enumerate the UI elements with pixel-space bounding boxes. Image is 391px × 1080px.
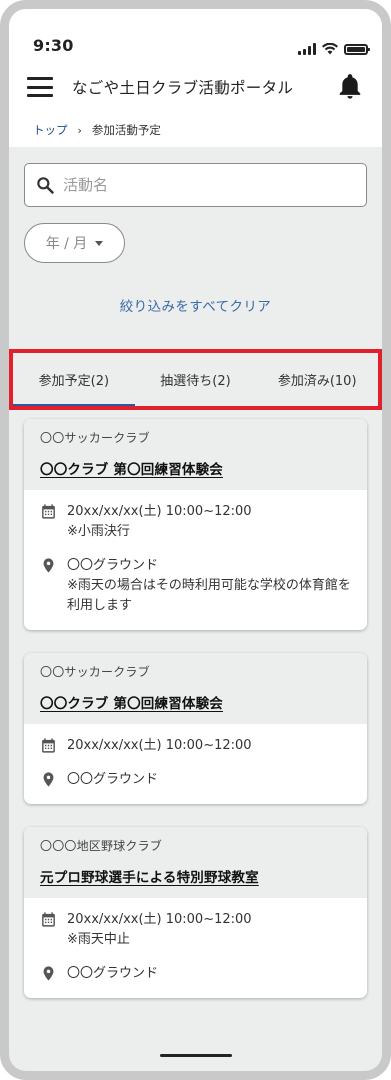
card-place-row: 〇〇グラウンド [40, 770, 351, 790]
card-place-row: 〇〇グラウンド [40, 964, 351, 984]
tab-participated[interactable]: 参加済み(10) [256, 353, 378, 406]
location-pin-icon [43, 966, 54, 981]
search-input[interactable] [63, 176, 366, 194]
card-body: 20xx/xx/xx(土) 10:00~12:00 〇〇グラウンド [24, 724, 367, 804]
calendar-icon [42, 504, 55, 519]
tab-upcoming[interactable]: 参加予定(2) [13, 353, 135, 406]
card-body: 20xx/xx/xx(土) 10:00~12:00 ※小雨決行 〇〇グラウンド … [24, 490, 367, 630]
card-datetime-row: 20xx/xx/xx(土) 10:00~12:00 ※小雨決行 [40, 502, 351, 542]
card-datetime-note: ※小雨決行 [67, 524, 130, 539]
calendar-icon [42, 738, 55, 753]
location-pin-icon [43, 558, 54, 573]
breadcrumb-current: 参加活動予定 [91, 123, 161, 137]
wifi-icon [322, 43, 338, 55]
card-place-row: 〇〇グラウンド ※雨天の場合はその時利用可能な学校の体育館を利用します [40, 556, 351, 616]
tabs-section: 参加予定(2) 抽選待ち(2) 参加済み(10) [9, 349, 382, 413]
app-title: なごや土日クラブ活動ポータル [72, 79, 294, 97]
filter-panel: 年 / 月 絞り込みをすべてクリア 参加予定(2) 抽選待ち(2) 参加済み(1… [9, 147, 382, 998]
signal-icon [298, 43, 316, 55]
card-title-link[interactable]: 〇〇クラブ 第〇回練習体験会 [40, 692, 351, 712]
card-place: 〇〇グラウンド [67, 772, 159, 787]
status-bar: 9:30 [9, 9, 382, 61]
activity-card: 〇〇サッカークラブ 〇〇クラブ 第〇回練習体験会 20xx/xx/xx(土) 1… [24, 419, 367, 630]
card-header: 〇〇サッカークラブ 〇〇クラブ 第〇回練習体験会 [24, 419, 367, 490]
status-icons [298, 43, 370, 55]
location-pin-icon [43, 772, 54, 787]
card-datetime-row: 20xx/xx/xx(土) 10:00~12:00 ※雨天中止 [40, 910, 351, 950]
card-club-name: 〇〇〇地区野球クラブ [40, 839, 163, 853]
battery-icon [344, 43, 370, 55]
app-bar: なごや土日クラブ活動ポータル [9, 61, 382, 113]
card-club-name: 〇〇サッカークラブ [40, 665, 150, 679]
phone-frame: 9:30 なごや土日クラブ活動ポータル トップ › 参加活動予定 活動名 年 /… [0, 0, 391, 1080]
card-datetime-row: 20xx/xx/xx(土) 10:00~12:00 [40, 736, 351, 756]
search-icon [37, 177, 54, 194]
activity-list: 〇〇サッカークラブ 〇〇クラブ 第〇回練習体験会 20xx/xx/xx(土) 1… [9, 413, 382, 998]
card-datetime: 20xx/xx/xx(土) 10:00~12:00 [67, 912, 252, 927]
breadcrumb-home-link[interactable]: トップ [33, 122, 68, 138]
search-field[interactable] [24, 163, 367, 207]
dropdown-caret-icon [95, 240, 104, 246]
bell-icon[interactable] [336, 73, 364, 101]
calendar-icon [42, 912, 55, 927]
card-club-name: 〇〇サッカークラブ [40, 431, 150, 445]
breadcrumb: トップ › 参加活動予定 [9, 113, 382, 147]
card-title-link[interactable]: 〇〇クラブ 第〇回練習体験会 [40, 458, 351, 478]
tab-bar: 参加予定(2) 抽選待ち(2) 参加済み(10) [13, 353, 378, 406]
card-place: 〇〇グラウンド [67, 966, 159, 981]
tab-lottery-waiting[interactable]: 抽選待ち(2) [135, 353, 257, 406]
card-header: 〇〇サッカークラブ 〇〇クラブ 第〇回練習体験会 [24, 653, 367, 724]
card-place: 〇〇グラウンド [67, 558, 159, 573]
month-select-value: 年 / 月 [45, 236, 88, 252]
home-indicator[interactable] [159, 1054, 232, 1057]
card-header: 〇〇〇地区野球クラブ 元プロ野球選手による特別野球教室 [24, 827, 367, 898]
card-place-note: ※雨天の場合はその時利用可能な学校の体育館を利用します [67, 578, 351, 613]
activity-card: 〇〇〇地区野球クラブ 元プロ野球選手による特別野球教室 20xx/xx/xx(土… [24, 827, 367, 998]
status-time: 9:30 [33, 36, 74, 55]
card-body: 20xx/xx/xx(土) 10:00~12:00 ※雨天中止 〇〇グラウンド [24, 898, 367, 998]
card-datetime: 20xx/xx/xx(土) 10:00~12:00 [67, 504, 252, 519]
activity-card: 〇〇サッカークラブ 〇〇クラブ 第〇回練習体験会 20xx/xx/xx(土) 1… [24, 653, 367, 804]
card-datetime-note: ※雨天中止 [67, 932, 130, 947]
card-title-link[interactable]: 元プロ野球選手による特別野球教室 [40, 866, 351, 886]
clear-filters-link[interactable]: 絞り込みをすべてクリア [9, 295, 382, 315]
month-select[interactable]: 年 / 月 [24, 223, 125, 263]
card-datetime: 20xx/xx/xx(土) 10:00~12:00 [67, 738, 252, 753]
chevron-right-icon: › [77, 123, 82, 137]
menu-icon[interactable] [27, 77, 53, 97]
